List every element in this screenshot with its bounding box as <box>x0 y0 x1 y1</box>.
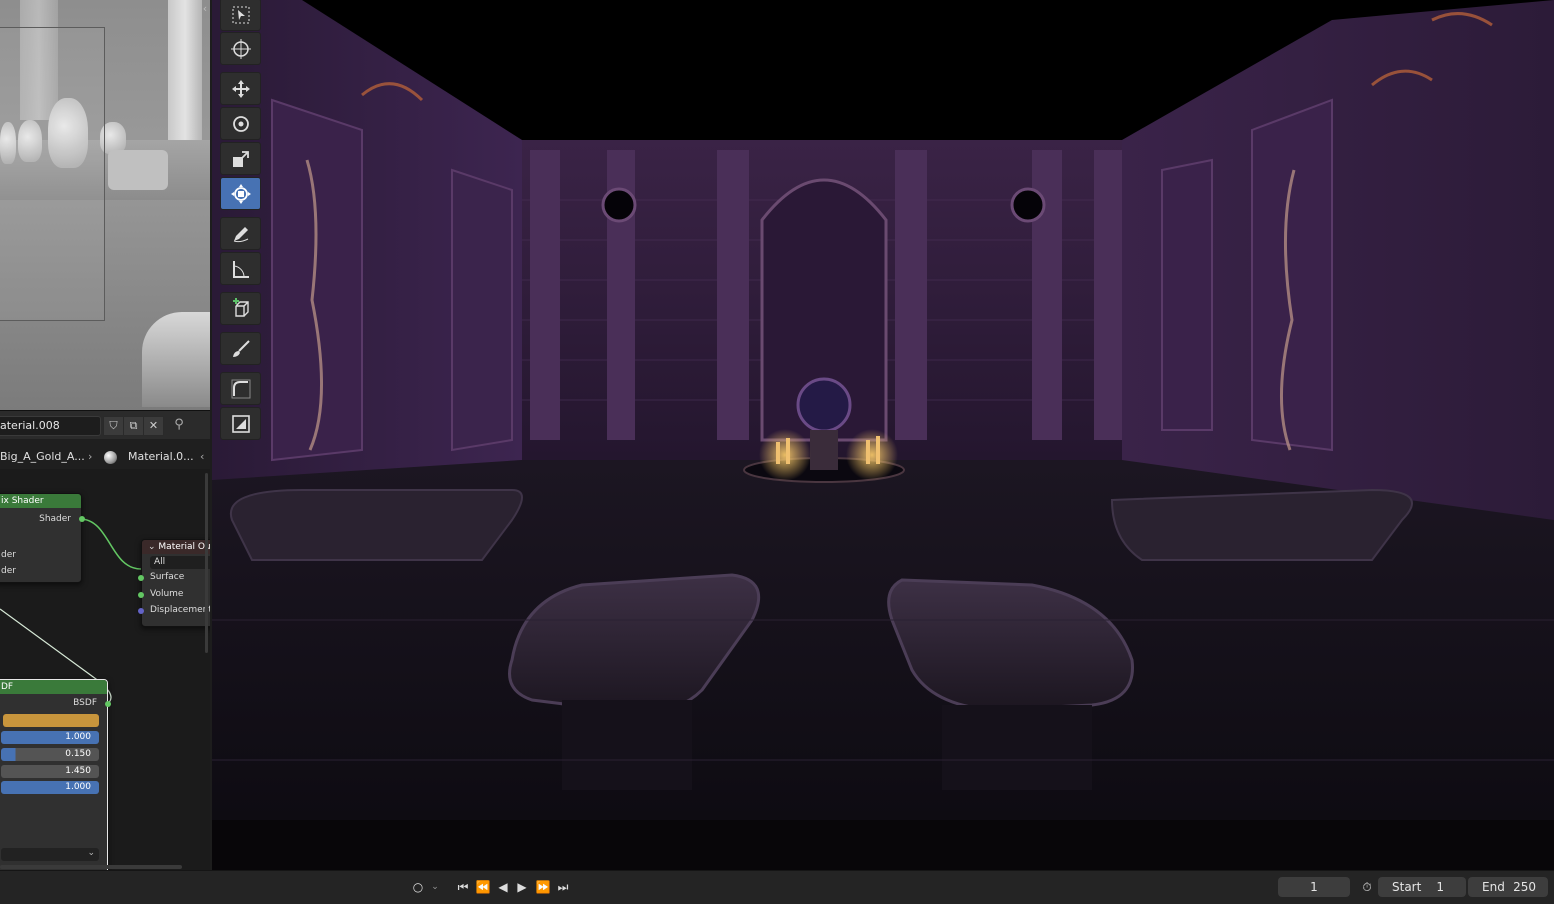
viewport-toolbar <box>218 0 262 442</box>
bsdf-output-socket[interactable] <box>105 701 111 707</box>
stopwatch-icon[interactable]: ⏱ <box>1358 879 1376 895</box>
base-color-swatch[interactable] <box>3 714 99 727</box>
displacement-label: Displacement <box>150 605 210 615</box>
shading-tool[interactable] <box>220 407 261 440</box>
rendered-temple-scene <box>212 0 1554 870</box>
scale-icon <box>232 150 249 167</box>
select-box-tool[interactable] <box>220 0 261 31</box>
camera-frame <box>0 27 105 321</box>
duplicate-material-icon[interactable]: ⧉ <box>123 416 144 436</box>
move-tool[interactable] <box>220 72 261 105</box>
rotate-icon <box>232 115 249 132</box>
play-icon[interactable]: ▶ <box>514 879 530 895</box>
displacement-socket[interactable] <box>138 608 144 614</box>
mix-shader-node[interactable]: ix Shader Shader der der <box>0 493 85 583</box>
breadcrumb-object[interactable]: Big_A_Gold_A... <box>0 447 85 467</box>
start-value: 1 <box>1436 880 1444 894</box>
chevron-down-icon[interactable]: ⌄ <box>148 542 156 552</box>
add-cube-icon <box>232 297 249 317</box>
mix-shader-node-title: ix Shader <box>0 494 81 508</box>
horizontal-scrollbar[interactable] <box>0 865 182 869</box>
chevron-down-icon: ⌄ <box>87 848 95 858</box>
transform-tool[interactable] <box>220 177 261 210</box>
bsdf-output-label: BSDF <box>73 698 97 708</box>
value-field-1[interactable]: 1.000 <box>1 731 99 744</box>
altar-shape <box>108 150 168 190</box>
unlink-close-icon[interactable]: ✕ <box>143 416 164 436</box>
node-canvas[interactable]: ix Shader Shader der der ⌄ Material Outp… <box>0 469 210 871</box>
volume-label: Volume <box>150 589 184 599</box>
shader-node-editor[interactable]: aterial.008 ⛉ ⧉ ✕ ⚲ Big_A_Gold_A... › Ma… <box>0 410 210 871</box>
surface-socket[interactable] <box>138 575 144 581</box>
target-dropdown[interactable]: All <box>150 556 210 569</box>
chevron-down-icon[interactable]: ⌄ <box>428 879 442 895</box>
play-reverse-icon[interactable]: ◀ <box>495 879 511 895</box>
jump-end-icon[interactable]: ⏭ <box>555 879 571 895</box>
curve-tool[interactable] <box>220 372 261 405</box>
transform-icon <box>230 183 251 204</box>
secondary-3d-viewport[interactable]: ‹ <box>0 0 210 410</box>
vertical-scrollbar[interactable] <box>205 473 208 653</box>
breadcrumb: Big_A_Gold_A... › Material.0... ‹ <box>0 447 210 467</box>
annotate-tool[interactable] <box>220 217 261 250</box>
mix-shader-output-label: Shader <box>39 514 71 524</box>
node-editor-header: aterial.008 ⛉ ⧉ ✕ ⚲ <box>0 411 210 439</box>
brush-tool[interactable] <box>220 332 261 365</box>
value-field-3[interactable]: 1.450 <box>1 765 99 778</box>
material-output-node[interactable]: ⌄ Material Outp All Surface Volume Displ… <box>138 539 210 627</box>
end-value: 250 <box>1513 880 1536 894</box>
jump-start-icon[interactable]: ⏮ <box>455 879 471 895</box>
distribution-dropdown[interactable]: ⌄ <box>1 848 99 861</box>
shader-link <box>79 518 142 570</box>
cursor-tool[interactable] <box>220 32 261 65</box>
end-frame-field[interactable]: End 250 <box>1468 877 1548 897</box>
prev-keyframe-icon[interactable]: ⏪ <box>474 879 492 895</box>
scale-tool[interactable] <box>220 142 261 175</box>
current-frame-field[interactable]: 1 <box>1278 877 1350 897</box>
keyframe-dot-icon[interactable]: ○ <box>410 879 426 895</box>
next-keyframe-icon[interactable]: ⏩ <box>534 879 552 895</box>
collapse-chevron-icon[interactable]: ‹ <box>200 447 204 467</box>
volume-socket[interactable] <box>138 592 144 598</box>
value-field-4[interactable]: 1.000 <box>1 781 99 794</box>
measure-tool[interactable] <box>220 252 261 285</box>
pillar-shape <box>168 0 202 150</box>
collapse-chevron-icon[interactable]: ‹ <box>200 2 210 16</box>
start-frame-field[interactable]: Start 1 <box>1378 877 1466 897</box>
pencil-icon <box>233 226 248 242</box>
shading-icon <box>231 414 250 433</box>
end-label: End <box>1482 880 1505 894</box>
rotate-tool[interactable] <box>220 107 261 140</box>
pin-icon[interactable]: ⚲ <box>170 416 188 434</box>
value-field-2[interactable]: 0.150 <box>1 748 99 761</box>
tub-shape <box>142 312 210 407</box>
brush-icon <box>232 339 250 357</box>
shader-output-socket[interactable] <box>79 516 85 522</box>
material-output-title: Material Outp <box>158 542 210 552</box>
select-box-icon <box>232 6 249 23</box>
mix-shader-input-2: der <box>1 566 16 576</box>
cursor-icon <box>230 38 251 59</box>
fake-user-shield-icon[interactable]: ⛉ <box>103 416 124 436</box>
bsdf-node-title: DF <box>0 680 107 694</box>
ruler-icon <box>232 260 249 278</box>
surface-label: Surface <box>150 572 185 582</box>
breadcrumb-material[interactable]: Material.0... <box>128 447 194 467</box>
move-arrows-icon <box>231 79 250 98</box>
chevron-right-icon: › <box>88 450 93 463</box>
add-cube-tool[interactable] <box>220 292 261 325</box>
start-label: Start <box>1392 880 1422 894</box>
timeline-bar: ○ ⌄ ⏮ ⏪ ◀ ▶ ⏩ ⏭ 1 ⏱ Start 1 End 250 <box>0 870 1554 904</box>
material-name-field[interactable]: aterial.008 <box>0 416 101 436</box>
main-3d-viewport-render[interactable] <box>212 0 1554 870</box>
material-sphere-icon <box>104 451 117 464</box>
mix-shader-input-1: der <box>1 550 16 560</box>
curve-icon <box>231 379 250 398</box>
bsdf-node[interactable]: DF BSDF 1.000 0.150 1.450 1.000 ⌄ <box>0 679 111 871</box>
